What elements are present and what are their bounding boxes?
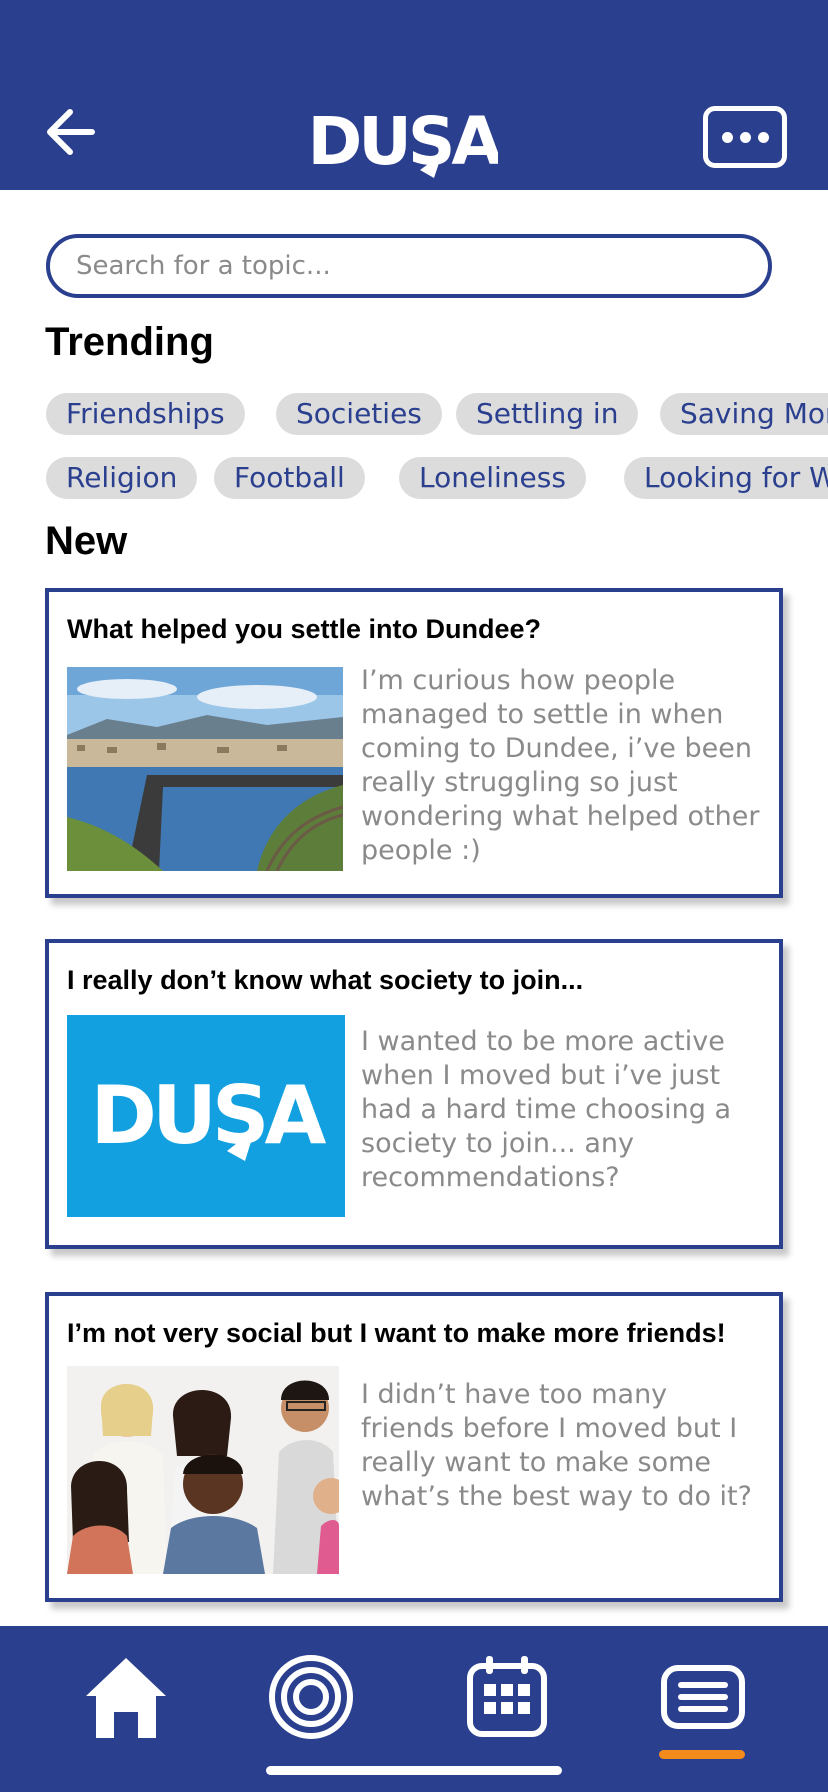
post-title: I’m not very social but I want to make m… <box>67 1318 726 1348</box>
group-of-friends-photo <box>67 1366 339 1574</box>
more-dots-icon <box>721 131 733 143</box>
new-heading: New <box>45 519 128 563</box>
home-indicator[interactable] <box>266 1766 562 1775</box>
svg-text:DUSA: DUSA <box>308 103 498 180</box>
post-title: I really don’t know what society to join… <box>67 965 584 995</box>
home-icon[interactable] <box>84 1654 168 1742</box>
more-options-button[interactable] <box>703 106 787 168</box>
chip-looking-for-work[interactable]: Looking for W <box>624 457 828 499</box>
dusa-logo-image: DUSA <box>67 1015 345 1217</box>
calendar-icon[interactable] <box>464 1654 550 1740</box>
search-bar[interactable] <box>46 234 772 298</box>
chip-saving-money[interactable]: Saving Mor <box>660 393 828 435</box>
dot <box>757 131 769 143</box>
dusa-logo: DUSA <box>308 103 498 180</box>
target-icon[interactable] <box>268 1654 354 1740</box>
post-body: I’m curious how people managed to settle… <box>361 665 760 866</box>
post-card[interactable]: What helped you settle into Dundee? I’m … <box>45 588 783 898</box>
dundee-bridge-photo <box>67 667 343 871</box>
trending-chips-row-1: Friendships Societies Settling in Saving… <box>46 393 828 435</box>
trending-chips-row-2: Religion Football Loneliness Looking for… <box>46 457 828 499</box>
dot <box>739 131 751 143</box>
chip-settling-in[interactable]: Settling in <box>456 393 639 435</box>
active-tab-indicator <box>659 1750 745 1759</box>
post-body: I didn’t have too many friends before I … <box>361 1379 752 1512</box>
chip-religion[interactable]: Religion <box>46 457 198 499</box>
post-card[interactable]: I’m not very social but I want to make m… <box>45 1292 783 1602</box>
back-arrow-icon[interactable] <box>40 100 104 164</box>
post-card[interactable]: I really don’t know what society to join… <box>45 939 783 1249</box>
forum-icon[interactable] <box>660 1664 746 1730</box>
post-body: I wanted to be more active when I moved … <box>361 1026 732 1193</box>
post-title: What helped you settle into Dundee? <box>67 614 542 644</box>
svg-text:DUSA: DUSA <box>91 1069 327 1162</box>
chip-friendships[interactable]: Friendships <box>46 393 245 435</box>
chip-football[interactable]: Football <box>214 457 365 499</box>
trending-heading: Trending <box>45 320 214 364</box>
chip-societies[interactable]: Societies <box>276 393 442 435</box>
chip-loneliness[interactable]: Loneliness <box>399 457 586 499</box>
search-input[interactable] <box>76 251 768 281</box>
app-header: DUSA <box>0 0 828 190</box>
